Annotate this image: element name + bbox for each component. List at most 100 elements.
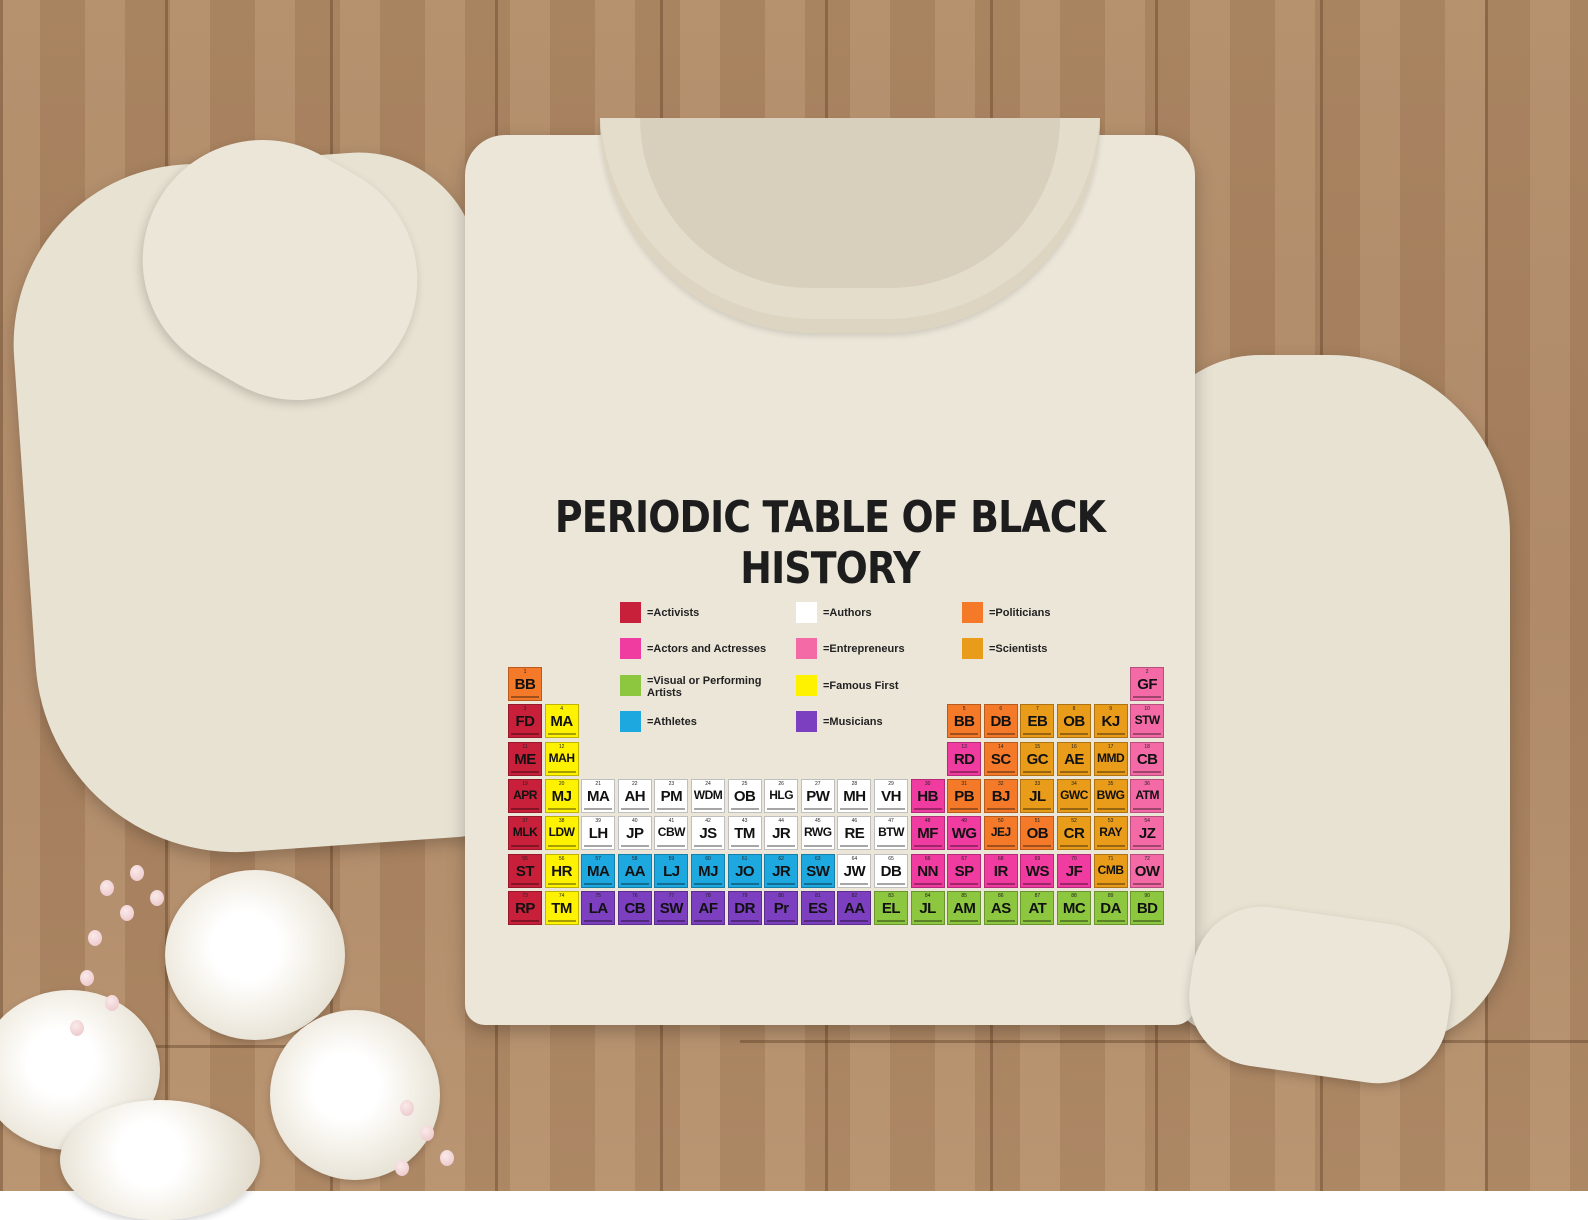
element-cell: 32 BJ [983, 778, 1018, 813]
element-symbol: JL [1029, 787, 1046, 805]
element-fine-print [657, 919, 686, 922]
element-number: 3 [523, 706, 527, 713]
element-number: 62 [778, 855, 784, 862]
element-number: 86 [998, 892, 1004, 899]
element-symbol: DA [1100, 899, 1121, 917]
element-cell: 47 BTW [874, 816, 908, 851]
element-cell: 6 DB [983, 704, 1018, 739]
white-rose [165, 870, 345, 1040]
element-cell: 51 OB [1020, 816, 1055, 851]
element-number: 14 [998, 743, 1004, 750]
element-cell: 38 LDW [544, 816, 579, 851]
element-cell: 85 AM [947, 890, 982, 925]
element-cell: 28 MH [837, 778, 872, 813]
element-fine-print [547, 807, 576, 810]
element-symbol: ST [515, 862, 535, 880]
element-fine-print [620, 807, 649, 810]
pink-berry [120, 905, 134, 921]
element-fine-print [1023, 770, 1052, 773]
element-fine-print [1096, 845, 1125, 848]
element-symbol: HB [917, 787, 938, 805]
element-fine-print [511, 919, 539, 922]
element-number: 88 [1071, 892, 1077, 899]
element-fine-print [1060, 919, 1088, 922]
element-number: 74 [558, 892, 565, 899]
element-cell: 18 CB [1130, 741, 1165, 776]
element-number: 18 [1144, 743, 1150, 750]
element-number: 26 [778, 780, 784, 787]
element-symbol: RWG [803, 825, 832, 840]
element-fine-print [767, 919, 796, 922]
element-cell: 45 RWG [800, 816, 835, 851]
element-symbol: PB [954, 787, 975, 805]
element-cell: 77 SW [654, 890, 689, 925]
element-cell: 84 JL [910, 890, 945, 925]
element-number: 59 [668, 855, 675, 862]
element-cell: 42 JS [691, 816, 725, 851]
element-fine-print [1060, 882, 1088, 885]
element-symbol: KJ [1101, 713, 1121, 731]
white-rose [270, 1010, 440, 1180]
legend-swatch [962, 638, 983, 659]
element-number: 1 [523, 669, 527, 675]
element-symbol: MJ [551, 787, 572, 805]
element-fine-print [1060, 845, 1088, 848]
element-fine-print [547, 770, 576, 773]
element-symbol: JR [772, 862, 791, 880]
pink-berry [88, 930, 102, 946]
legend-swatch [796, 602, 817, 623]
element-number: 41 [668, 818, 675, 825]
element-fine-print [657, 882, 686, 885]
legend-label: =Activists [647, 606, 700, 619]
element-symbol: APR [513, 787, 537, 802]
element-symbol: CB [624, 899, 646, 917]
legend-item: =Visual or Performing Artists [620, 675, 770, 699]
element-symbol: TM [734, 825, 755, 843]
element-number: 20 [558, 780, 565, 787]
element-symbol: MH [843, 787, 866, 805]
element-fine-print [1023, 733, 1052, 736]
element-symbol: CBW [657, 825, 686, 840]
element-cell: 48 MF [910, 816, 945, 851]
element-cell: 11 ME [508, 741, 542, 776]
element-fine-print [986, 882, 1015, 885]
element-symbol: RAY [1099, 825, 1122, 840]
element-fine-print [1133, 845, 1162, 848]
element-number: 47 [888, 818, 894, 825]
element-cell: 31 PB [947, 778, 982, 813]
element-number: 16 [1071, 743, 1077, 750]
element-number: 52 [1071, 818, 1077, 825]
element-fine-print [547, 845, 576, 848]
element-fine-print [877, 807, 905, 810]
element-number: 32 [998, 780, 1004, 787]
legend-swatch [620, 602, 641, 623]
element-symbol: IR [993, 862, 1009, 880]
pink-berry [70, 1020, 84, 1036]
element-symbol: OW [1134, 862, 1160, 880]
element-fine-print [730, 807, 759, 810]
element-cell: 88 MC [1057, 890, 1091, 925]
element-symbol: MAH [548, 750, 575, 765]
element-symbol: PM [660, 787, 683, 805]
element-number: 34 [1071, 780, 1077, 787]
element-fine-print [1023, 882, 1052, 885]
element-cell: 1 BB [508, 667, 542, 701]
legend-label: =Scientists [989, 642, 1048, 655]
element-number: 40 [632, 818, 638, 825]
element-number: 45 [815, 818, 821, 825]
element-number: 53 [1107, 818, 1114, 825]
element-cell: 54 JZ [1130, 816, 1165, 851]
element-number: 13 [961, 743, 967, 750]
element-cell: 79 DR [727, 890, 762, 925]
element-symbol: PW [806, 787, 830, 805]
element-number: 65 [888, 855, 894, 862]
element-cell: 63 SW [800, 853, 835, 888]
element-number: 58 [632, 855, 638, 862]
element-fine-print [1060, 733, 1088, 736]
element-number: 78 [705, 892, 711, 899]
element-symbol: HLG [769, 787, 794, 802]
element-fine-print [1133, 919, 1162, 922]
legend-item: =Politicians [962, 602, 1050, 623]
element-cell: 24 WDM [691, 778, 725, 813]
pink-berry [400, 1100, 414, 1116]
